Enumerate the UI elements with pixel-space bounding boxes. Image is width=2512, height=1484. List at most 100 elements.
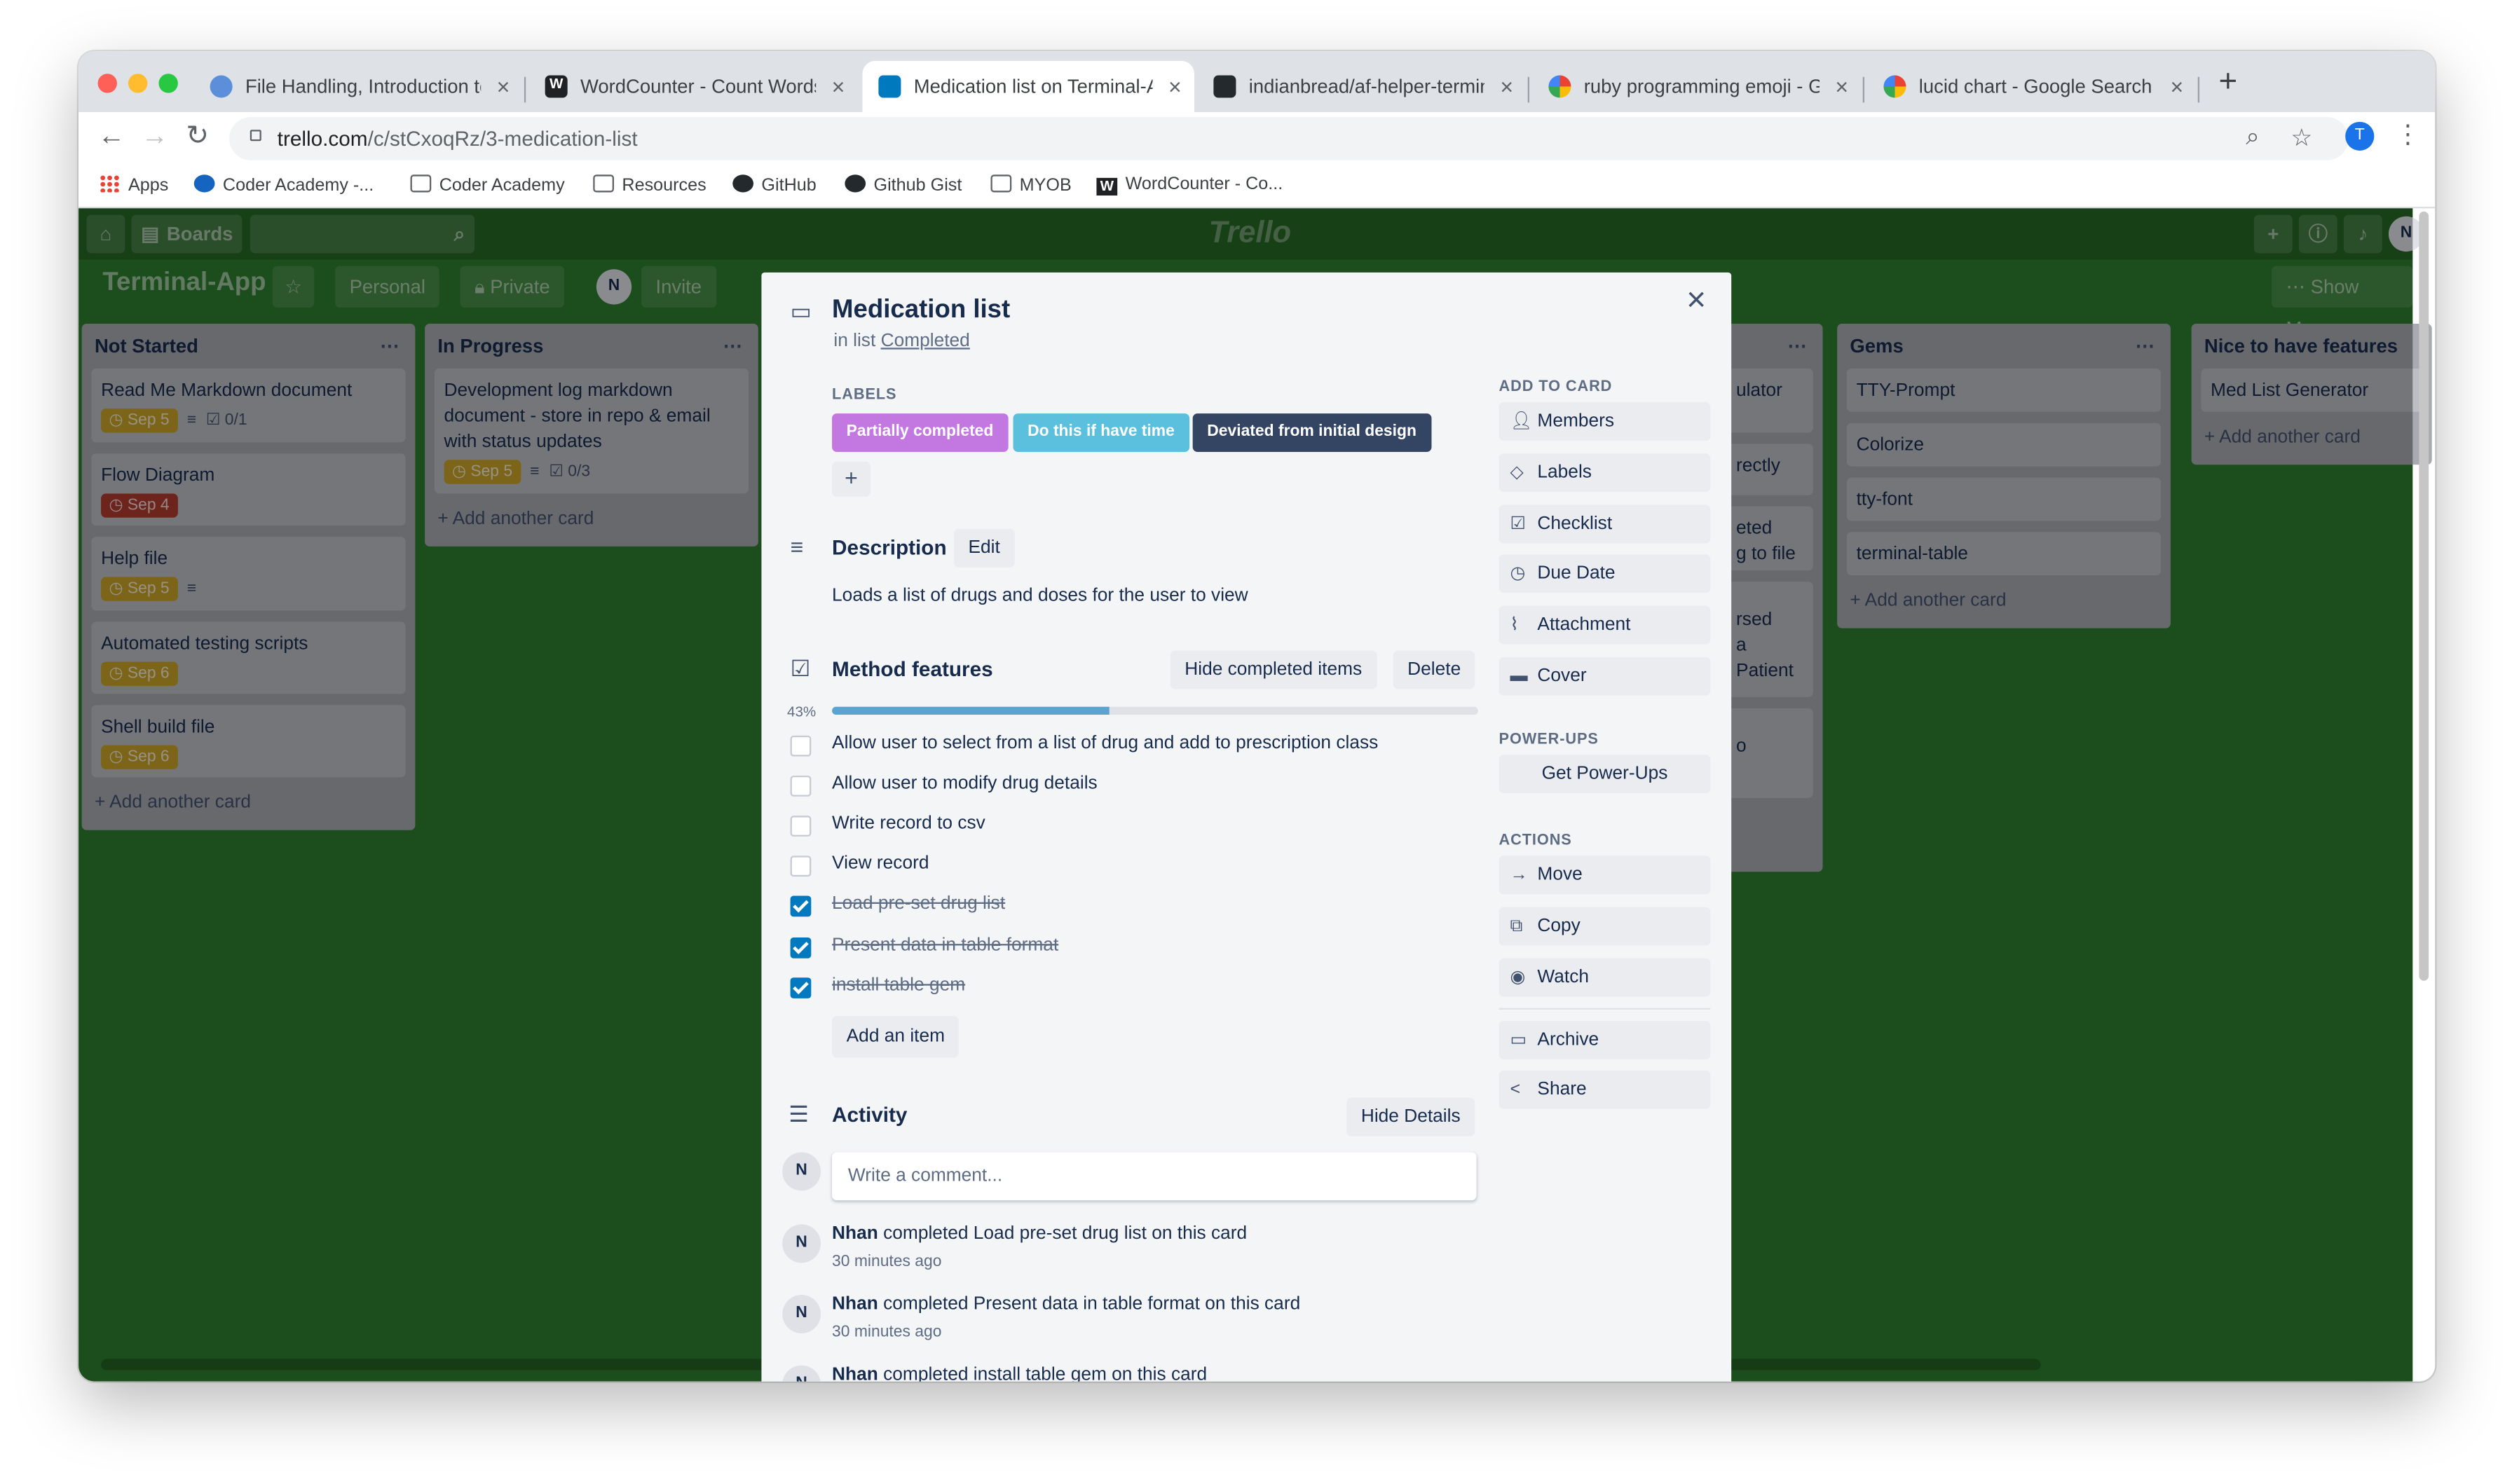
back-arrow-icon[interactable]: ← xyxy=(98,121,125,153)
bookmarks-bar: Apps Coder Academy -... Coder Academy Re… xyxy=(78,163,2436,209)
get-powerups-button[interactable]: Get Power-Ups xyxy=(1499,755,1711,794)
watch-button[interactable]: ◉ Watch xyxy=(1499,958,1711,997)
checked-checkbox[interactable] xyxy=(790,977,812,998)
browser-tab[interactable]: W WordCounter - Count Words & × xyxy=(529,61,858,112)
bookmark-myob-folder[interactable]: MYOB xyxy=(990,174,1072,196)
browser-tab[interactable]: indianbread/af-helper-terminal × xyxy=(1198,61,1527,112)
hide-completed-button[interactable]: Hide completed items xyxy=(1170,650,1377,689)
address-bar[interactable]: trello.com/c/stCxoqRz/3-medication-list … xyxy=(229,116,2349,160)
attachment-button[interactable]: ⌇ Attachment xyxy=(1499,605,1711,645)
checklist-item-text[interactable]: Allow user to select from a list of drug… xyxy=(832,734,1378,753)
browser-tab[interactable]: File Handling, Introduction to T × xyxy=(194,61,523,112)
checklist-button[interactable]: ☑ Checklist xyxy=(1499,504,1711,544)
tab-close-icon[interactable]: × xyxy=(2170,61,2183,112)
bookmark-star-icon[interactable]: ☆ xyxy=(2291,123,2312,152)
tab-close-icon[interactable]: × xyxy=(1168,61,1182,112)
share-button[interactable]: < Share xyxy=(1499,1070,1711,1109)
move-button[interactable]: → Move xyxy=(1499,856,1711,895)
tab-close-icon[interactable]: × xyxy=(1500,61,1513,112)
hide-details-button[interactable]: Hide Details xyxy=(1346,1097,1475,1136)
checked-checkbox[interactable] xyxy=(790,896,812,918)
zoom-search-icon[interactable]: ⌕ xyxy=(2246,123,2259,151)
labels-heading: LABELS xyxy=(832,386,897,404)
checklist-item[interactable]: Write record to csv xyxy=(790,809,1464,848)
tab-close-icon[interactable]: × xyxy=(497,61,510,112)
cover-button[interactable]: ▬ Cover xyxy=(1499,657,1711,696)
activity-user[interactable]: Nhan xyxy=(832,1224,878,1243)
tab-favicon-icon xyxy=(210,75,233,98)
list-link[interactable]: Completed xyxy=(881,331,970,350)
checklist-item-text[interactable]: install table gem xyxy=(832,975,965,994)
new-tab-icon[interactable]: + xyxy=(2218,64,2237,101)
checklist-item-text[interactable]: Load pre-set drug list xyxy=(832,895,1005,914)
checklist-progress-bar xyxy=(832,706,1478,715)
browser-menu-icon[interactable]: ⋮ xyxy=(2395,118,2421,151)
bookmark-wordcounter[interactable]: W WordCounter - Co... xyxy=(1096,174,1283,196)
bookmark-apps[interactable]: Apps xyxy=(99,174,168,195)
edit-description-button[interactable]: Edit xyxy=(953,528,1015,568)
checklist-item[interactable]: Load pre-set drug list xyxy=(790,890,1464,928)
checklist-item[interactable]: Allow user to modify drug details xyxy=(790,769,1464,808)
checklist-item[interactable]: View record xyxy=(790,850,1464,888)
members-button[interactable]: 👤︎ Members xyxy=(1499,402,1711,441)
copy-button[interactable]: ⧉ Copy xyxy=(1499,907,1711,946)
tab-close-icon[interactable]: × xyxy=(1835,61,1848,112)
tab-close-icon[interactable]: × xyxy=(832,61,845,112)
close-window-button[interactable] xyxy=(97,74,117,93)
checklist-item-text[interactable]: Present data in table format xyxy=(832,935,1058,954)
activity-time[interactable]: 30 minutes ago xyxy=(832,1253,941,1271)
bookmark-resources-folder[interactable]: Resources xyxy=(593,174,706,195)
bookmark-github-gist[interactable]: Github Gist xyxy=(845,174,962,195)
add-label-button[interactable]: + xyxy=(832,461,871,497)
card-title[interactable]: Medication list xyxy=(832,296,1010,325)
checklist-item-text[interactable]: Allow user to modify drug details xyxy=(832,774,1098,793)
bookmark-coder-academy-site[interactable]: Coder Academy -... xyxy=(193,174,374,195)
checked-checkbox[interactable] xyxy=(790,936,812,958)
add-checklist-item-button[interactable]: Add an item xyxy=(832,1016,960,1058)
sidebar-label: Watch xyxy=(1537,968,1590,987)
zoom-window-button[interactable] xyxy=(158,74,178,93)
checklist-item[interactable]: Allow user to select from a list of drug… xyxy=(790,729,1464,768)
unchecked-checkbox[interactable] xyxy=(790,776,812,797)
sidebar-label: Checklist xyxy=(1537,514,1613,534)
activity-user[interactable]: Nhan xyxy=(832,1366,878,1382)
checklist-item[interactable]: install table gem xyxy=(790,970,1464,1009)
browser-tab[interactable]: lucid chart - Google Search × xyxy=(1868,61,2197,112)
archive-button[interactable]: ▭ Archive xyxy=(1499,1020,1711,1059)
close-icon[interactable]: × xyxy=(1686,282,1706,321)
comment-input[interactable]: Write a comment... xyxy=(832,1152,1477,1201)
checklist-item-text[interactable]: View record xyxy=(832,855,929,874)
unchecked-checkbox[interactable] xyxy=(790,856,812,877)
description-text[interactable]: Loads a list of drugs and doses for the … xyxy=(832,586,1248,605)
bookmark-label: MYOB xyxy=(1019,176,1072,196)
checklist-title[interactable]: Method features xyxy=(832,657,993,681)
reload-icon[interactable]: ↻ xyxy=(186,121,209,153)
labels-button[interactable]: ◇ Labels xyxy=(1499,453,1711,493)
activity-entry: Nhan completed Load pre-set drug list on… xyxy=(832,1224,1247,1243)
label-partially-completed[interactable]: Partially completed xyxy=(832,413,1008,452)
checklist-item[interactable]: Present data in table format xyxy=(790,930,1464,969)
unchecked-checkbox[interactable] xyxy=(790,816,812,837)
activity-heading: Activity xyxy=(832,1102,908,1127)
bookmark-coder-academy-folder[interactable]: Coder Academy xyxy=(410,174,565,195)
browser-tab[interactable]: ruby programming emoji - Goo × xyxy=(1533,61,1862,112)
unchecked-checkbox[interactable] xyxy=(790,735,812,757)
activity-entry: Nhan completed Present data in table for… xyxy=(832,1295,1300,1314)
sidebar-label: Labels xyxy=(1537,463,1592,483)
bookmark-github[interactable]: GitHub xyxy=(732,174,817,195)
minimize-window-button[interactable] xyxy=(128,74,148,93)
tab-separator xyxy=(2197,76,2200,103)
vertical-scrollbar[interactable] xyxy=(2419,211,2429,981)
share-icon: < xyxy=(1510,1080,1521,1100)
profile-avatar[interactable]: T xyxy=(2345,121,2375,151)
comment-placeholder: Write a comment... xyxy=(847,1167,1003,1186)
browser-tab-active[interactable]: Medication list on Terminal-Ap × xyxy=(862,60,1194,113)
checklist-item-text[interactable]: Write record to csv xyxy=(832,814,985,833)
activity-user[interactable]: Nhan xyxy=(832,1295,878,1314)
delete-checklist-button[interactable]: Delete xyxy=(1393,650,1475,689)
activity-time[interactable]: 30 minutes ago xyxy=(832,1324,941,1341)
label-deviated-design[interactable]: Deviated from initial design xyxy=(1192,413,1431,452)
label-do-this-if-time[interactable]: Do this if have time xyxy=(1013,413,1189,452)
due-date-button[interactable]: ◷ Due Date xyxy=(1499,554,1711,593)
forward-arrow-icon[interactable]: → xyxy=(141,121,168,153)
